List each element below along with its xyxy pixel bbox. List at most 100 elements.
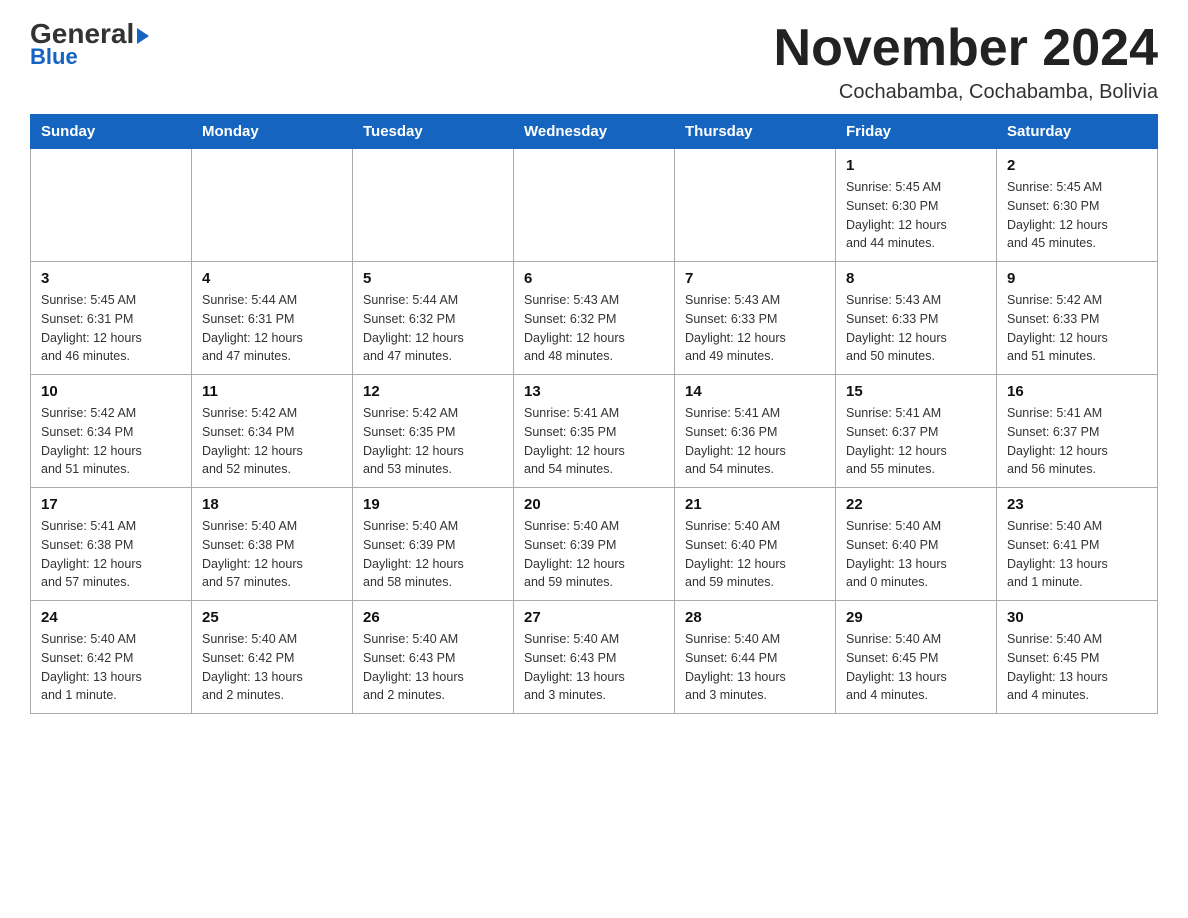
- calendar-cell-w3-d0: 10 Sunrise: 5:42 AMSunset: 6:34 PMDayligh…: [31, 375, 192, 488]
- week-row-2: 3 Sunrise: 5:45 AMSunset: 6:31 PMDaylight…: [31, 262, 1158, 375]
- calendar-cell-w2-d5: 8 Sunrise: 5:43 AMSunset: 6:33 PMDaylight…: [836, 262, 997, 375]
- week-row-4: 17Sunrise: 5:41 AMSunset: 6:38 PMDayligh…: [31, 488, 1158, 601]
- calendar-cell-w2-d1: 4Sunrise: 5:44 AMSunset: 6:31 PMDaylight…: [192, 262, 353, 375]
- calendar-cell-w5-d3: 27 Sunrise: 5:40 AMSunset: 6:43 PMDayligh…: [514, 601, 675, 714]
- day-number: 11: [202, 383, 342, 400]
- day-number: 27: [524, 609, 664, 626]
- calendar-cell-w1-d1: [192, 149, 353, 262]
- calendar-cell-w1-d3: [514, 149, 675, 262]
- day-number: 29: [846, 609, 986, 626]
- day-info: Sunrise: 5:43 AMSunset: 6:33 PMDaylight:…: [685, 291, 825, 366]
- calendar-title-block: November 2024 Cochabamba, Cochabamba, Bo…: [774, 20, 1158, 104]
- day-info: Sunrise: 5:44 AMSunset: 6:32 PMDaylight:…: [363, 291, 503, 366]
- header-tuesday: Tuesday: [353, 115, 514, 149]
- header-thursday: Thursday: [675, 115, 836, 149]
- day-info: Sunrise: 5:40 AMSunset: 6:44 PMDaylight:…: [685, 630, 825, 705]
- day-number: 21: [685, 496, 825, 513]
- day-number: 12: [363, 383, 503, 400]
- day-number: 3: [41, 270, 181, 287]
- day-info: Sunrise: 5:41 AMSunset: 6:37 PMDaylight:…: [1007, 404, 1147, 479]
- calendar-body: 1Sunrise: 5:45 AMSunset: 6:30 PMDaylight…: [31, 149, 1158, 714]
- day-number: 24: [41, 609, 181, 626]
- day-info: Sunrise: 5:42 AMSunset: 6:34 PMDaylight:…: [41, 404, 181, 479]
- calendar-cell-w3-d4: 14 Sunrise: 5:41 AMSunset: 6:36 PMDayligh…: [675, 375, 836, 488]
- week-row-5: 24 Sunrise: 5:40 AMSunset: 6:42 PMDayligh…: [31, 601, 1158, 714]
- day-number: 14: [685, 383, 825, 400]
- header-friday: Friday: [836, 115, 997, 149]
- day-number: 20: [524, 496, 664, 513]
- calendar-cell-w1-d4: [675, 149, 836, 262]
- logo-blue-text: Blue: [30, 44, 78, 70]
- calendar-cell-w4-d1: 18 Sunrise: 5:40 AMSunset: 6:38 PMDayligh…: [192, 488, 353, 601]
- page-header: General Blue November 2024 Cochabamba, C…: [30, 20, 1158, 104]
- calendar-location: Cochabamba, Cochabamba, Bolivia: [774, 81, 1158, 104]
- day-number: 19: [363, 496, 503, 513]
- weekday-header-row: Sunday Monday Tuesday Wednesday Thursday…: [31, 115, 1158, 149]
- calendar-cell-w2-d3: 6 Sunrise: 5:43 AMSunset: 6:32 PMDaylight…: [514, 262, 675, 375]
- day-number: 8: [846, 270, 986, 287]
- header-wednesday: Wednesday: [514, 115, 675, 149]
- calendar-cell-w5-d6: 30Sunrise: 5:40 AMSunset: 6:45 PMDayligh…: [997, 601, 1158, 714]
- day-info: Sunrise: 5:40 AMSunset: 6:40 PMDaylight:…: [846, 517, 986, 592]
- calendar-cell-w4-d6: 23 Sunrise: 5:40 AMSunset: 6:41 PMDayligh…: [997, 488, 1158, 601]
- day-info: Sunrise: 5:42 AMSunset: 6:33 PMDaylight:…: [1007, 291, 1147, 366]
- calendar-header: Sunday Monday Tuesday Wednesday Thursday…: [31, 115, 1158, 149]
- day-number: 28: [685, 609, 825, 626]
- day-info: Sunrise: 5:43 AMSunset: 6:33 PMDaylight:…: [846, 291, 986, 366]
- day-number: 13: [524, 383, 664, 400]
- calendar-cell-w1-d0: [31, 149, 192, 262]
- calendar-cell-w5-d2: 26 Sunrise: 5:40 AMSunset: 6:43 PMDayligh…: [353, 601, 514, 714]
- logo: General Blue: [30, 20, 149, 70]
- day-info: Sunrise: 5:45 AMSunset: 6:31 PMDaylight:…: [41, 291, 181, 366]
- header-saturday: Saturday: [997, 115, 1158, 149]
- calendar-cell-w2-d2: 5 Sunrise: 5:44 AMSunset: 6:32 PMDaylight…: [353, 262, 514, 375]
- day-number: 6: [524, 270, 664, 287]
- logo-triangle-icon: [137, 28, 149, 44]
- day-number: 26: [363, 609, 503, 626]
- day-number: 4: [202, 270, 342, 287]
- day-number: 17: [41, 496, 181, 513]
- day-info: Sunrise: 5:40 AMSunset: 6:39 PMDaylight:…: [363, 517, 503, 592]
- calendar-cell-w4-d0: 17Sunrise: 5:41 AMSunset: 6:38 PMDayligh…: [31, 488, 192, 601]
- calendar-cell-w1-d6: 2Sunrise: 5:45 AMSunset: 6:30 PMDaylight…: [997, 149, 1158, 262]
- day-number: 10: [41, 383, 181, 400]
- day-number: 22: [846, 496, 986, 513]
- calendar-cell-w2-d0: 3 Sunrise: 5:45 AMSunset: 6:31 PMDaylight…: [31, 262, 192, 375]
- day-number: 7: [685, 270, 825, 287]
- day-info: Sunrise: 5:43 AMSunset: 6:32 PMDaylight:…: [524, 291, 664, 366]
- calendar-cell-w5-d5: 29Sunrise: 5:40 AMSunset: 6:45 PMDayligh…: [836, 601, 997, 714]
- day-number: 9: [1007, 270, 1147, 287]
- day-number: 18: [202, 496, 342, 513]
- header-monday: Monday: [192, 115, 353, 149]
- day-info: Sunrise: 5:42 AMSunset: 6:35 PMDaylight:…: [363, 404, 503, 479]
- calendar-cell-w3-d5: 15 Sunrise: 5:41 AMSunset: 6:37 PMDayligh…: [836, 375, 997, 488]
- day-info: Sunrise: 5:40 AMSunset: 6:41 PMDaylight:…: [1007, 517, 1147, 592]
- calendar-cell-w2-d6: 9 Sunrise: 5:42 AMSunset: 6:33 PMDaylight…: [997, 262, 1158, 375]
- day-info: Sunrise: 5:40 AMSunset: 6:43 PMDaylight:…: [363, 630, 503, 705]
- day-info: Sunrise: 5:41 AMSunset: 6:36 PMDaylight:…: [685, 404, 825, 479]
- day-number: 23: [1007, 496, 1147, 513]
- day-info: Sunrise: 5:40 AMSunset: 6:42 PMDaylight:…: [41, 630, 181, 705]
- calendar-cell-w1-d2: [353, 149, 514, 262]
- calendar-cell-w2-d4: 7 Sunrise: 5:43 AMSunset: 6:33 PMDaylight…: [675, 262, 836, 375]
- day-number: 15: [846, 383, 986, 400]
- calendar-table: Sunday Monday Tuesday Wednesday Thursday…: [30, 114, 1158, 714]
- day-info: Sunrise: 5:40 AMSunset: 6:43 PMDaylight:…: [524, 630, 664, 705]
- day-info: Sunrise: 5:41 AMSunset: 6:37 PMDaylight:…: [846, 404, 986, 479]
- day-info: Sunrise: 5:40 AMSunset: 6:38 PMDaylight:…: [202, 517, 342, 592]
- day-info: Sunrise: 5:42 AMSunset: 6:34 PMDaylight:…: [202, 404, 342, 479]
- calendar-cell-w5-d1: 25Sunrise: 5:40 AMSunset: 6:42 PMDayligh…: [192, 601, 353, 714]
- day-info: Sunrise: 5:40 AMSunset: 6:45 PMDaylight:…: [1007, 630, 1147, 705]
- week-row-1: 1Sunrise: 5:45 AMSunset: 6:30 PMDaylight…: [31, 149, 1158, 262]
- day-number: 1: [846, 157, 986, 174]
- day-number: 16: [1007, 383, 1147, 400]
- calendar-cell-w4-d2: 19 Sunrise: 5:40 AMSunset: 6:39 PMDayligh…: [353, 488, 514, 601]
- day-info: Sunrise: 5:40 AMSunset: 6:40 PMDaylight:…: [685, 517, 825, 592]
- calendar-cell-w4-d5: 22 Sunrise: 5:40 AMSunset: 6:40 PMDayligh…: [836, 488, 997, 601]
- calendar-cell-w4-d4: 21 Sunrise: 5:40 AMSunset: 6:40 PMDayligh…: [675, 488, 836, 601]
- calendar-cell-w3-d2: 12 Sunrise: 5:42 AMSunset: 6:35 PMDayligh…: [353, 375, 514, 488]
- calendar-cell-w3-d6: 16 Sunrise: 5:41 AMSunset: 6:37 PMDayligh…: [997, 375, 1158, 488]
- day-number: 25: [202, 609, 342, 626]
- calendar-cell-w3-d1: 11 Sunrise: 5:42 AMSunset: 6:34 PMDayligh…: [192, 375, 353, 488]
- day-number: 5: [363, 270, 503, 287]
